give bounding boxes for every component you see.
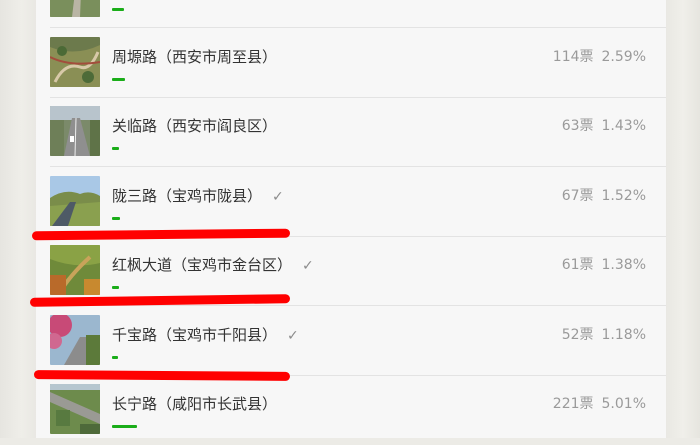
- option-name: 长宁路（咸阳市长武县）: [112, 395, 278, 413]
- option-name: 关临路（西安市阎良区）: [112, 117, 278, 135]
- vote-share-bar: [112, 8, 124, 11]
- vote-option[interactable]: 长宁路（咸阳市长武县） 221票 5.01%: [36, 377, 666, 445]
- vote-option[interactable]: 关临路（西安市阎良区） 63票 1.43%: [36, 99, 666, 167]
- page-background-left: [0, 0, 36, 438]
- option-name: 周塬路（西安市周至县）: [112, 48, 278, 66]
- vote-share-bar: [112, 286, 119, 289]
- road-photo-thumbnail: [50, 315, 100, 365]
- vote-share-bar: [112, 217, 120, 220]
- road-photo-thumbnail: [50, 176, 100, 226]
- vote-option[interactable]: 千宝路（宝鸡市千阳县） ✓ 52票 1.18%: [36, 308, 666, 376]
- road-photo-thumbnail: [50, 245, 100, 295]
- option-name: 陇三路（宝鸡市陇县） ✓: [112, 187, 284, 205]
- option-name: 千宝路（宝鸡市千阳县） ✓: [112, 326, 299, 344]
- option-stats: 52票 1.18%: [561, 327, 646, 343]
- page-background-right: [666, 0, 700, 438]
- vote-option[interactable]: ……: [36, 0, 666, 28]
- vote-option[interactable]: 陇三路（宝鸡市陇县） ✓ 67票 1.52%: [36, 169, 666, 237]
- road-photo-thumbnail: [50, 106, 100, 156]
- option-stats: 114票 2.59%: [552, 49, 646, 65]
- vote-option[interactable]: 周塬路（西安市周至县） 114票 2.59%: [36, 30, 666, 98]
- check-icon: ✓: [287, 328, 299, 344]
- vote-share-bar: [112, 147, 119, 150]
- option-stats: 63票 1.43%: [561, 118, 646, 134]
- divider: [50, 97, 666, 98]
- option-name: 红枫大道（宝鸡市金台区） ✓: [112, 256, 314, 274]
- check-icon: ✓: [302, 258, 314, 274]
- vote-share-bar: [112, 78, 125, 81]
- option-stats: 67票 1.52%: [561, 188, 646, 204]
- vote-share-bar: [112, 425, 137, 428]
- option-stats: 221票 5.01%: [552, 396, 646, 412]
- road-photo-thumbnail: [50, 0, 100, 17]
- road-photo-thumbnail: [50, 384, 100, 434]
- option-stats: 61票 1.38%: [561, 257, 646, 273]
- check-icon: ✓: [272, 189, 284, 205]
- road-photo-thumbnail: [50, 37, 100, 87]
- red-underline-annotation: [33, 370, 291, 381]
- divider: [50, 166, 666, 167]
- divider: [50, 27, 666, 28]
- vote-share-bar: [112, 356, 118, 359]
